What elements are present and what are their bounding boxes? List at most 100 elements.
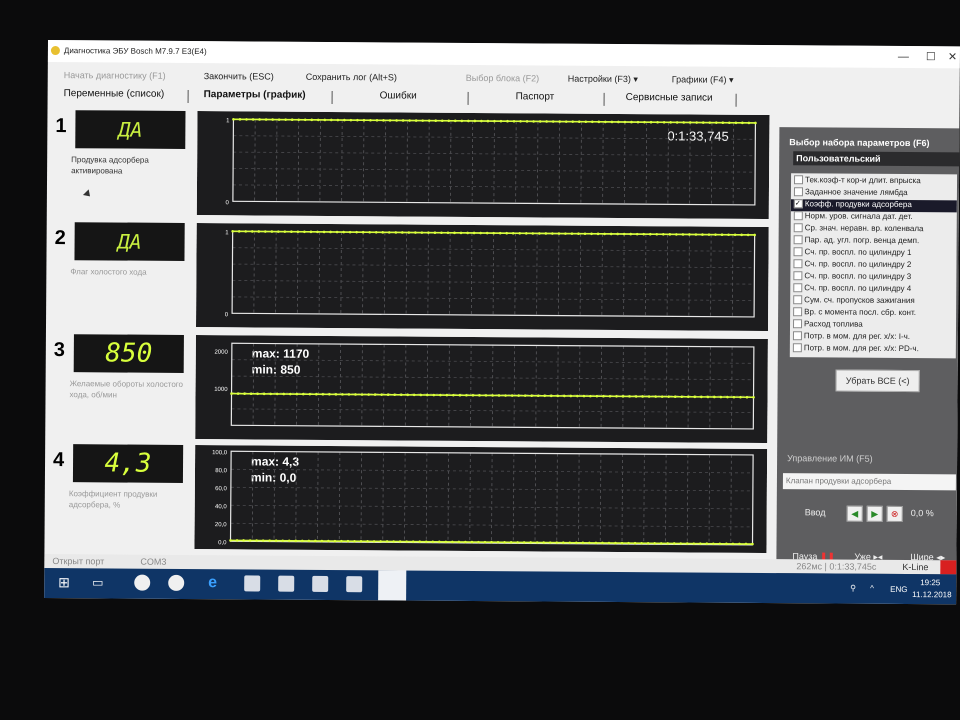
param-list-item[interactable]: Ср. знач. неравн. вр. коленвала <box>791 223 957 236</box>
series-point <box>401 119 405 122</box>
checkbox-icon[interactable] <box>793 295 803 305</box>
app-icon[interactable] <box>346 576 363 593</box>
series-point <box>287 539 291 543</box>
windows-start-icon[interactable]: ⊞ <box>58 574 74 590</box>
series-point <box>628 395 631 398</box>
edge-browser-icon[interactable]: e <box>208 574 224 591</box>
select-block-button[interactable]: Выбор блока (F2) <box>466 73 539 84</box>
series-point <box>290 230 293 234</box>
series-point <box>393 393 396 397</box>
tab-errors[interactable]: Ошибки <box>380 90 417 101</box>
series-point <box>380 393 383 396</box>
checkbox-icon[interactable] <box>793 307 803 317</box>
task-view-icon[interactable]: ▭ <box>92 574 108 590</box>
minimize-icon[interactable]: — <box>898 46 909 68</box>
series-point <box>457 540 461 544</box>
tab-parameters-graph[interactable]: Параметры (график) <box>204 89 306 101</box>
param-list-item[interactable]: Потр. в мом. для рег. х/х: PD-ч. <box>790 343 956 356</box>
actuator-field[interactable]: Клапан продувки адсорбера <box>782 473 956 491</box>
checkbox-icon[interactable] <box>792 343 802 353</box>
series-point <box>232 117 235 121</box>
close-icon[interactable]: ✕ <box>948 46 957 68</box>
left-arrow-icon[interactable]: ◀ <box>846 505 863 522</box>
tab-separator <box>331 90 333 104</box>
series-point <box>367 393 370 396</box>
series-point <box>320 539 324 543</box>
checkbox-icon[interactable] <box>793 259 803 269</box>
series-point <box>248 539 252 542</box>
tab-service-records[interactable]: Сервисные записи <box>626 92 713 104</box>
series-point <box>307 539 311 543</box>
clear-all-button[interactable]: Убрать ВСЕ (<) <box>835 369 920 393</box>
tab-variables[interactable]: Переменные (список) <box>64 88 165 100</box>
series-point <box>447 119 451 123</box>
checkbox-icon[interactable] <box>793 271 803 281</box>
param-list-item[interactable]: Потр. в мом. для рег. х/х: I-ч. <box>790 331 956 344</box>
checkbox-icon[interactable] <box>793 283 803 293</box>
series-point <box>517 394 520 397</box>
checkbox-icon[interactable]: ✓ <box>793 199 803 209</box>
param-list-item[interactable]: Норм. уров. сигнала дат. дет. <box>791 211 957 224</box>
start-diagnostics-button[interactable]: Начать диагностику (F1) <box>64 70 166 81</box>
series-point <box>362 118 366 122</box>
checkbox-icon[interactable] <box>793 211 803 221</box>
checkbox-icon[interactable] <box>793 223 803 233</box>
series-point <box>754 121 757 125</box>
right-arrow-icon[interactable]: ▶ <box>866 505 883 522</box>
param-list-item[interactable]: Сум. сч. пропусков зажигания <box>790 295 956 308</box>
series-point <box>648 232 652 236</box>
diagnostics-app-taskbar-icon[interactable] <box>378 570 407 601</box>
param-set-select[interactable]: Пользовательский <box>793 151 960 167</box>
param-list-item[interactable]: Сч. пр. воспл. по цилиндру 1 <box>790 247 956 260</box>
tab-passport[interactable]: Паспорт <box>516 91 555 102</box>
checkbox-icon[interactable] <box>793 319 803 329</box>
stop-icon[interactable]: ⊗ <box>886 505 903 522</box>
series-point <box>568 541 572 545</box>
series-point <box>408 119 411 122</box>
app-circle-icon[interactable] <box>168 574 185 591</box>
series-point <box>244 230 248 233</box>
param-list-item[interactable]: Вр. с момента посл. сбр. конт. <box>790 307 956 320</box>
input-button[interactable]: Ввод <box>805 507 826 517</box>
finish-button[interactable]: Закончить (ESC) <box>204 71 274 81</box>
checkbox-icon[interactable] <box>793 247 803 257</box>
explorer-icon[interactable] <box>244 575 261 592</box>
param-list-item[interactable]: Расход топлива <box>790 319 956 332</box>
param-list-item[interactable]: Сч. пр. воспл. по цилиндру 2 <box>790 259 956 272</box>
checkbox-icon[interactable] <box>792 331 802 341</box>
checkbox-icon[interactable] <box>793 235 803 245</box>
series-point <box>551 120 555 123</box>
people-icon[interactable]: ⚲ <box>850 584 856 593</box>
series-point <box>570 232 574 235</box>
settings-menu[interactable]: Настройки (F3) ▾ <box>568 74 638 85</box>
maximize-icon[interactable]: ☐ <box>926 46 936 68</box>
param-chart-4: max: 4,3 min: 0,0 100,0 80,0 60,0 40,0 20,0 0… <box>194 445 768 554</box>
series-point <box>564 120 568 123</box>
checkbox-icon[interactable] <box>793 187 803 197</box>
param-list[interactable]: Тек.коэф-т кор-и длит. впрыска Заданное з… <box>789 173 958 359</box>
series-point <box>739 395 742 399</box>
language-indicator[interactable]: ENG <box>890 585 907 594</box>
param-list-item[interactable]: Сч. пр. воспл. по цилиндру 4 <box>790 283 956 296</box>
series-point <box>538 120 542 123</box>
store-icon[interactable] <box>278 575 295 592</box>
series-point <box>577 120 581 124</box>
param-list-label: Пар. ад. угл. погр. венца демп. <box>804 235 920 246</box>
checkbox-icon[interactable] <box>794 175 804 185</box>
app-icon[interactable] <box>312 575 329 592</box>
save-log-button[interactable]: Сохранить лог (Alt+S) <box>306 72 397 83</box>
series-point <box>535 541 539 544</box>
chevron-up-icon[interactable]: ^ <box>870 584 874 593</box>
series-point <box>491 394 494 397</box>
series-point <box>399 393 403 397</box>
graphs-menu[interactable]: Графики (F4) ▾ <box>672 74 734 85</box>
app-circle-icon[interactable] <box>134 574 151 591</box>
param-list-item[interactable]: Пар. ад. угл. погр. венца демп. <box>791 235 957 248</box>
series-point <box>372 540 376 543</box>
series-point <box>250 230 254 233</box>
series-point <box>251 118 255 121</box>
param-list-label: Сч. пр. воспл. по цилиндру 2 <box>804 259 912 270</box>
series-point <box>348 230 352 234</box>
series-point <box>308 392 312 396</box>
param-list-item[interactable]: Сч. пр. воспл. по цилиндру 3 <box>790 271 956 284</box>
